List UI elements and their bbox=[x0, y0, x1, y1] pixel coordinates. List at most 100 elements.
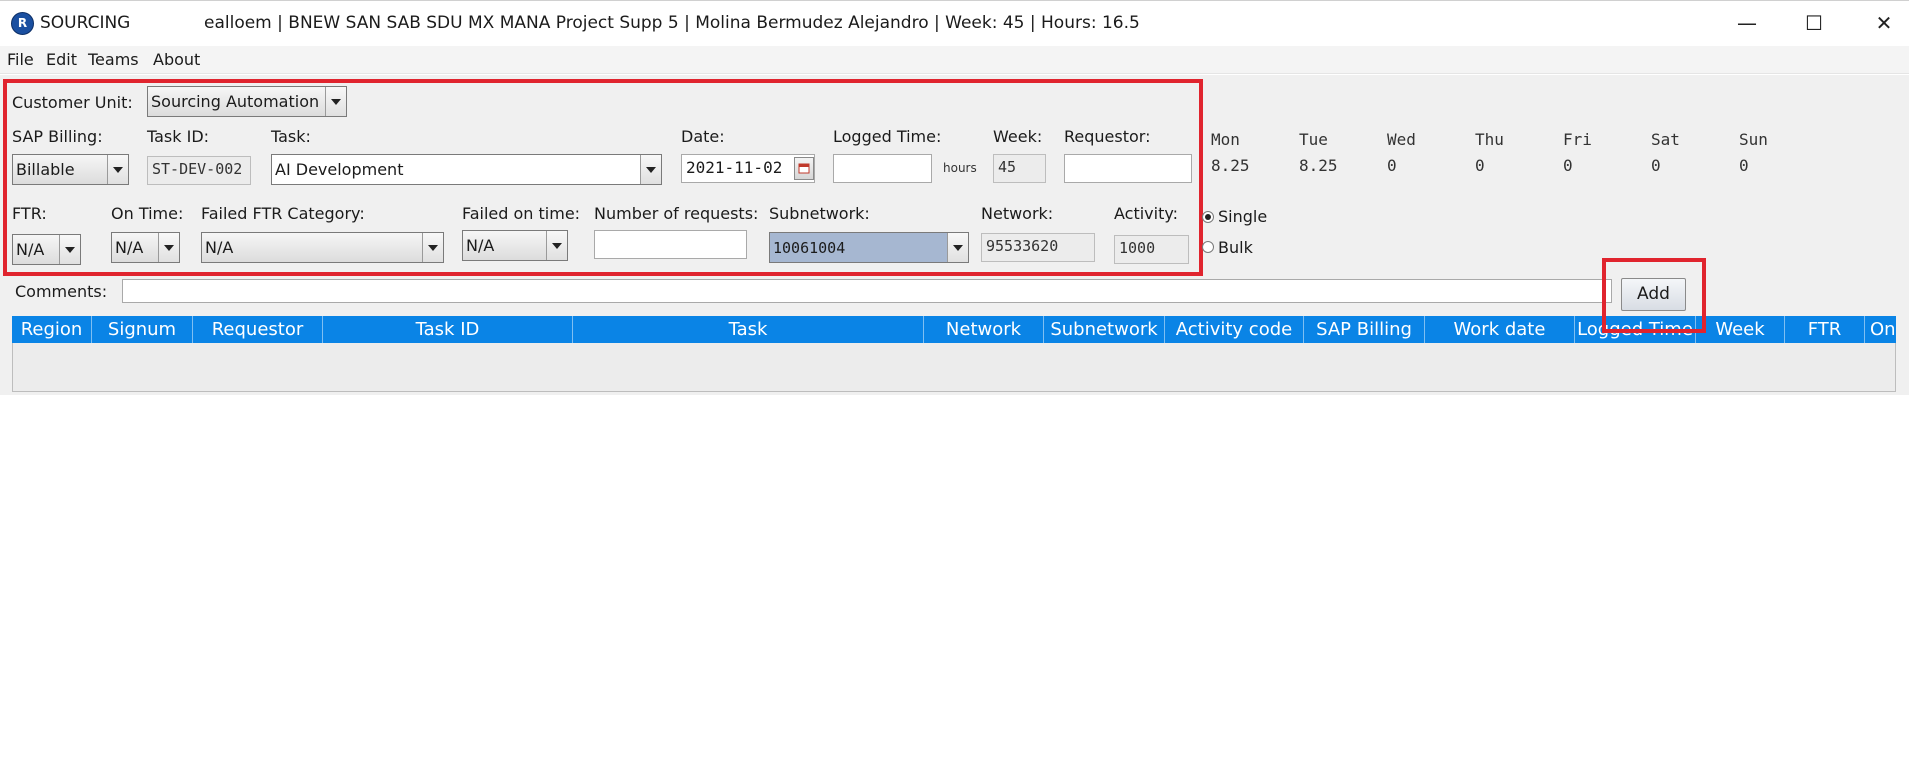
failed-on-time-label: Failed on time: bbox=[462, 204, 581, 223]
column-header-work-date[interactable]: Work date bbox=[1425, 316, 1575, 343]
title-bar: R SOURCING ealloem | BNEW SAN SAB SDU MX… bbox=[0, 0, 1909, 46]
on-time-select[interactable]: N/A bbox=[111, 232, 180, 263]
hours-unit-label: hours bbox=[943, 161, 977, 175]
chevron-down-icon bbox=[158, 233, 179, 262]
ftr-select[interactable]: N/A bbox=[12, 234, 81, 265]
day-mon-label: Mon bbox=[1211, 130, 1240, 149]
menu-about[interactable]: About bbox=[153, 50, 200, 69]
number-of-requests-label: Number of requests: bbox=[594, 204, 759, 223]
column-header-sap-billing[interactable]: SAP Billing bbox=[1304, 316, 1425, 343]
bulk-radio-label[interactable]: Bulk bbox=[1218, 238, 1253, 257]
task-id-field: ST-DEV-002 bbox=[147, 156, 251, 185]
close-icon: ✕ bbox=[1875, 11, 1893, 35]
number-of-requests-input[interactable] bbox=[594, 230, 747, 259]
chevron-down-icon bbox=[546, 231, 567, 260]
maximize-button[interactable]: ☐ bbox=[1792, 9, 1836, 37]
day-tue-label: Tue bbox=[1299, 130, 1328, 149]
ftr-label: FTR: bbox=[12, 204, 47, 223]
failed-ftr-category-value: N/A bbox=[205, 238, 234, 257]
day-mon-hours: 8.25 bbox=[1211, 156, 1250, 175]
chevron-down-icon bbox=[325, 87, 346, 116]
menu-edit[interactable]: Edit bbox=[46, 50, 77, 69]
bulk-radio[interactable] bbox=[1202, 241, 1214, 253]
sap-billing-select[interactable]: Billable bbox=[12, 154, 129, 185]
day-thu-hours: 0 bbox=[1475, 156, 1485, 175]
column-header-region[interactable]: Region bbox=[12, 316, 92, 343]
ftr-value: N/A bbox=[16, 240, 45, 259]
network-field: 95533620 bbox=[981, 233, 1095, 262]
task-id-label: Task ID: bbox=[147, 127, 210, 146]
sap-billing-value: Billable bbox=[16, 160, 75, 179]
day-wed-label: Wed bbox=[1387, 130, 1416, 149]
chevron-down-icon bbox=[947, 233, 968, 262]
menu-file[interactable]: File bbox=[7, 50, 34, 69]
add-button[interactable]: Add bbox=[1621, 278, 1686, 311]
minimize-icon: — bbox=[1737, 11, 1757, 35]
subnetwork-value: 10061004 bbox=[773, 238, 846, 257]
on-time-label: On Time: bbox=[111, 204, 184, 223]
chevron-down-icon bbox=[107, 155, 128, 184]
comments-label: Comments: bbox=[15, 282, 108, 301]
customer-unit-value: Sourcing Automation bbox=[151, 92, 320, 111]
column-header-task[interactable]: Task bbox=[573, 316, 924, 343]
menu-teams[interactable]: Teams bbox=[88, 50, 139, 69]
column-header-task-id[interactable]: Task ID bbox=[323, 316, 573, 343]
column-header-signum[interactable]: Signum bbox=[92, 316, 193, 343]
day-sat-label: Sat bbox=[1651, 130, 1680, 149]
sap-billing-label: SAP Billing: bbox=[12, 127, 103, 146]
column-header-activity-code[interactable]: Activity code bbox=[1165, 316, 1304, 343]
comments-input[interactable] bbox=[122, 279, 1612, 303]
week-label: Week: bbox=[993, 127, 1043, 146]
minimize-button[interactable]: — bbox=[1725, 9, 1769, 37]
calendar-button[interactable] bbox=[794, 157, 814, 180]
column-header-week[interactable]: Week bbox=[1696, 316, 1785, 343]
menu-bar: File Edit Teams About bbox=[0, 46, 1909, 74]
failed-ftr-category-select[interactable]: N/A bbox=[201, 232, 444, 263]
column-header-on-time[interactable]: On bbox=[1865, 316, 1896, 343]
column-header-requestor[interactable]: Requestor bbox=[193, 316, 323, 343]
network-label: Network: bbox=[981, 204, 1054, 223]
customer-unit-label: Customer Unit: bbox=[12, 93, 133, 112]
day-sat-hours: 0 bbox=[1651, 156, 1661, 175]
chevron-down-icon bbox=[422, 233, 443, 262]
failed-on-time-value: N/A bbox=[466, 236, 495, 255]
date-value: 2021-11-02 bbox=[686, 158, 783, 177]
chevron-down-icon bbox=[59, 235, 80, 264]
chevron-down-icon bbox=[640, 155, 661, 184]
window-title: ealloem | BNEW SAN SAB SDU MX MANA Proje… bbox=[204, 13, 1140, 33]
entries-table-body[interactable] bbox=[12, 343, 1896, 392]
task-label: Task: bbox=[271, 127, 311, 146]
day-thu-label: Thu bbox=[1475, 130, 1504, 149]
failed-on-time-select[interactable]: N/A bbox=[462, 230, 568, 261]
date-label: Date: bbox=[681, 127, 725, 146]
app-logo-icon: R bbox=[11, 12, 34, 35]
task-value: AI Development bbox=[275, 160, 404, 179]
activity-field: 1000 bbox=[1114, 235, 1189, 264]
subnetwork-label: Subnetwork: bbox=[769, 204, 870, 223]
day-wed-hours: 0 bbox=[1387, 156, 1397, 175]
day-sun-hours: 0 bbox=[1739, 156, 1749, 175]
task-select[interactable]: AI Development bbox=[271, 154, 662, 185]
day-fri-label: Fri bbox=[1563, 130, 1592, 149]
on-time-value: N/A bbox=[115, 238, 144, 257]
day-fri-hours: 0 bbox=[1563, 156, 1573, 175]
maximize-icon: ☐ bbox=[1805, 11, 1823, 35]
logged-time-input[interactable] bbox=[833, 154, 932, 183]
single-radio-label[interactable]: Single bbox=[1218, 207, 1267, 226]
column-header-ftr[interactable]: FTR bbox=[1785, 316, 1865, 343]
subnetwork-select[interactable]: 10061004 bbox=[769, 232, 969, 263]
entries-table-header: Region Signum Requestor Task ID Task Net… bbox=[12, 316, 1896, 343]
day-sun-label: Sun bbox=[1739, 130, 1768, 149]
failed-ftr-category-label: Failed FTR Category: bbox=[201, 204, 365, 223]
column-header-subnetwork[interactable]: Subnetwork bbox=[1044, 316, 1165, 343]
customer-unit-select[interactable]: Sourcing Automation bbox=[147, 86, 347, 117]
app-name: SOURCING bbox=[40, 13, 131, 33]
week-field: 45 bbox=[993, 154, 1046, 183]
close-button[interactable]: ✕ bbox=[1862, 9, 1906, 37]
single-radio[interactable] bbox=[1202, 211, 1214, 223]
requestor-input[interactable] bbox=[1064, 154, 1192, 183]
column-header-network[interactable]: Network bbox=[924, 316, 1044, 343]
calendar-icon bbox=[798, 163, 810, 174]
activity-label: Activity: bbox=[1114, 204, 1179, 223]
column-header-logged-time[interactable]: Logged Time bbox=[1575, 316, 1696, 343]
